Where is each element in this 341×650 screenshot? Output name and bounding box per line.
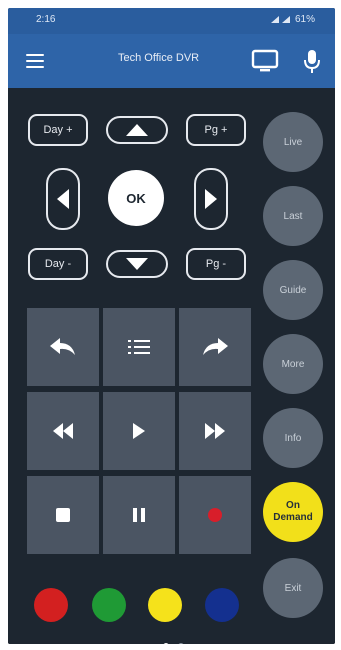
- ok-button[interactable]: OK: [108, 170, 164, 226]
- arrow-up-icon: [126, 124, 148, 136]
- fast-forward-button[interactable]: [179, 392, 251, 470]
- device-name[interactable]: Tech Office DVR: [118, 52, 199, 64]
- forward-button[interactable]: [179, 308, 251, 386]
- arrow-right-icon: [205, 189, 217, 209]
- app-bar: Tech Office DVR: [8, 34, 335, 88]
- menu-icon[interactable]: [26, 54, 44, 68]
- page-down-button[interactable]: Pg -: [186, 248, 246, 280]
- record-button[interactable]: [179, 476, 251, 554]
- on-demand-label-line1: On: [286, 500, 300, 511]
- page-dot-active[interactable]: [163, 643, 169, 644]
- stop-icon: [56, 508, 70, 522]
- stop-button[interactable]: [27, 476, 99, 554]
- page-up-button[interactable]: Pg +: [186, 114, 246, 146]
- status-bar: 2:16 61%: [8, 8, 335, 34]
- list-button[interactable]: [103, 308, 175, 386]
- rewind-icon: [53, 423, 73, 439]
- back-button[interactable]: [27, 308, 99, 386]
- up-arrow-button[interactable]: [106, 116, 168, 144]
- play-icon: [133, 423, 145, 439]
- record-icon: [208, 508, 222, 522]
- signal-icon: [271, 15, 291, 23]
- page-indicator: [163, 636, 189, 644]
- info-button[interactable]: Info: [263, 408, 323, 468]
- rewind-button[interactable]: [27, 392, 99, 470]
- fast-forward-icon: [205, 423, 225, 439]
- microphone-icon[interactable]: [302, 48, 322, 74]
- green-button[interactable]: [92, 588, 126, 622]
- day-up-button[interactable]: Day +: [28, 114, 88, 146]
- left-arrow-button[interactable]: [46, 168, 80, 230]
- guide-button[interactable]: Guide: [263, 260, 323, 320]
- down-arrow-button[interactable]: [106, 250, 168, 278]
- tv-icon[interactable]: [251, 48, 279, 74]
- remote-screen: 2:16 61% Tech Office DVR Day + Pg + OK D…: [8, 8, 335, 644]
- arrow-left-icon: [57, 189, 69, 209]
- list-icon: [128, 340, 150, 354]
- on-demand-label-line2: Demand: [273, 512, 313, 523]
- day-down-button[interactable]: Day -: [28, 248, 88, 280]
- live-button[interactable]: Live: [263, 112, 323, 172]
- forward-arrow-icon: [203, 338, 228, 355]
- pause-icon: [133, 508, 145, 522]
- blue-button[interactable]: [205, 588, 239, 622]
- yellow-button[interactable]: [148, 588, 182, 622]
- right-arrow-button[interactable]: [194, 168, 228, 230]
- last-button[interactable]: Last: [263, 186, 323, 246]
- arrow-down-icon: [126, 258, 148, 270]
- status-time: 2:16: [36, 14, 56, 25]
- remote-controls: Day + Pg + OK Day - Pg - Live Last Guide…: [8, 88, 335, 644]
- status-battery: 61%: [270, 14, 315, 25]
- battery-percent: 61%: [294, 14, 315, 25]
- pause-button[interactable]: [103, 476, 175, 554]
- back-arrow-icon: [50, 338, 75, 355]
- play-button[interactable]: [103, 392, 175, 470]
- red-button[interactable]: [34, 588, 68, 622]
- exit-button[interactable]: Exit: [263, 558, 323, 618]
- page-dot[interactable]: [178, 643, 185, 644]
- more-button[interactable]: More: [263, 334, 323, 394]
- on-demand-button[interactable]: On Demand: [263, 482, 323, 542]
